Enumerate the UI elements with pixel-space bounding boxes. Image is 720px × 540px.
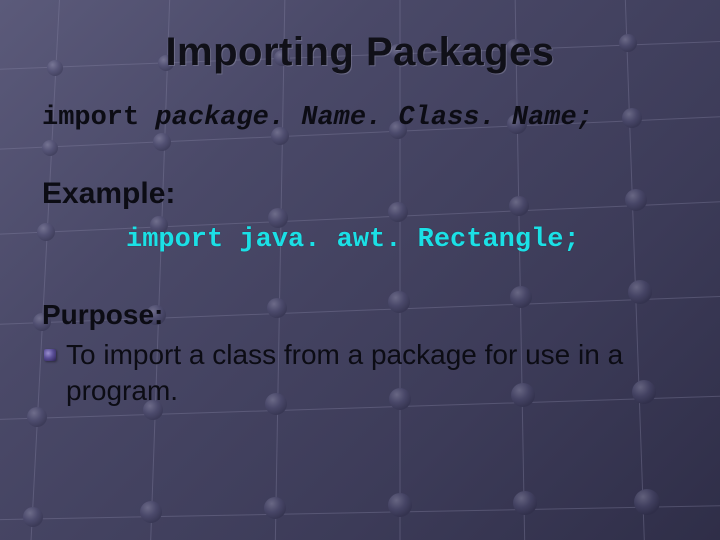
syntax-keyword: import — [42, 103, 155, 133]
slide-content: Importing Packages import package. Name.… — [0, 0, 720, 410]
purpose-bullet-line: To import a class from a package for use… — [42, 337, 678, 410]
purpose-heading: Purpose: — [42, 299, 678, 331]
purpose-block: Purpose: To import a class from a packag… — [42, 299, 678, 410]
syntax-arguments: package. Name. Class. Name; — [155, 103, 592, 133]
purpose-text: To import a class from a package for use… — [66, 337, 678, 410]
example-heading: Example: — [42, 177, 678, 211]
slide: Importing Packages import package. Name.… — [0, 0, 720, 540]
syntax-line: import package. Name. Class. Name; — [42, 103, 678, 133]
slide-title: Importing Packages — [42, 30, 678, 75]
example-code: import java. awt. Rectangle; — [126, 225, 678, 255]
bullet-icon — [44, 349, 56, 361]
